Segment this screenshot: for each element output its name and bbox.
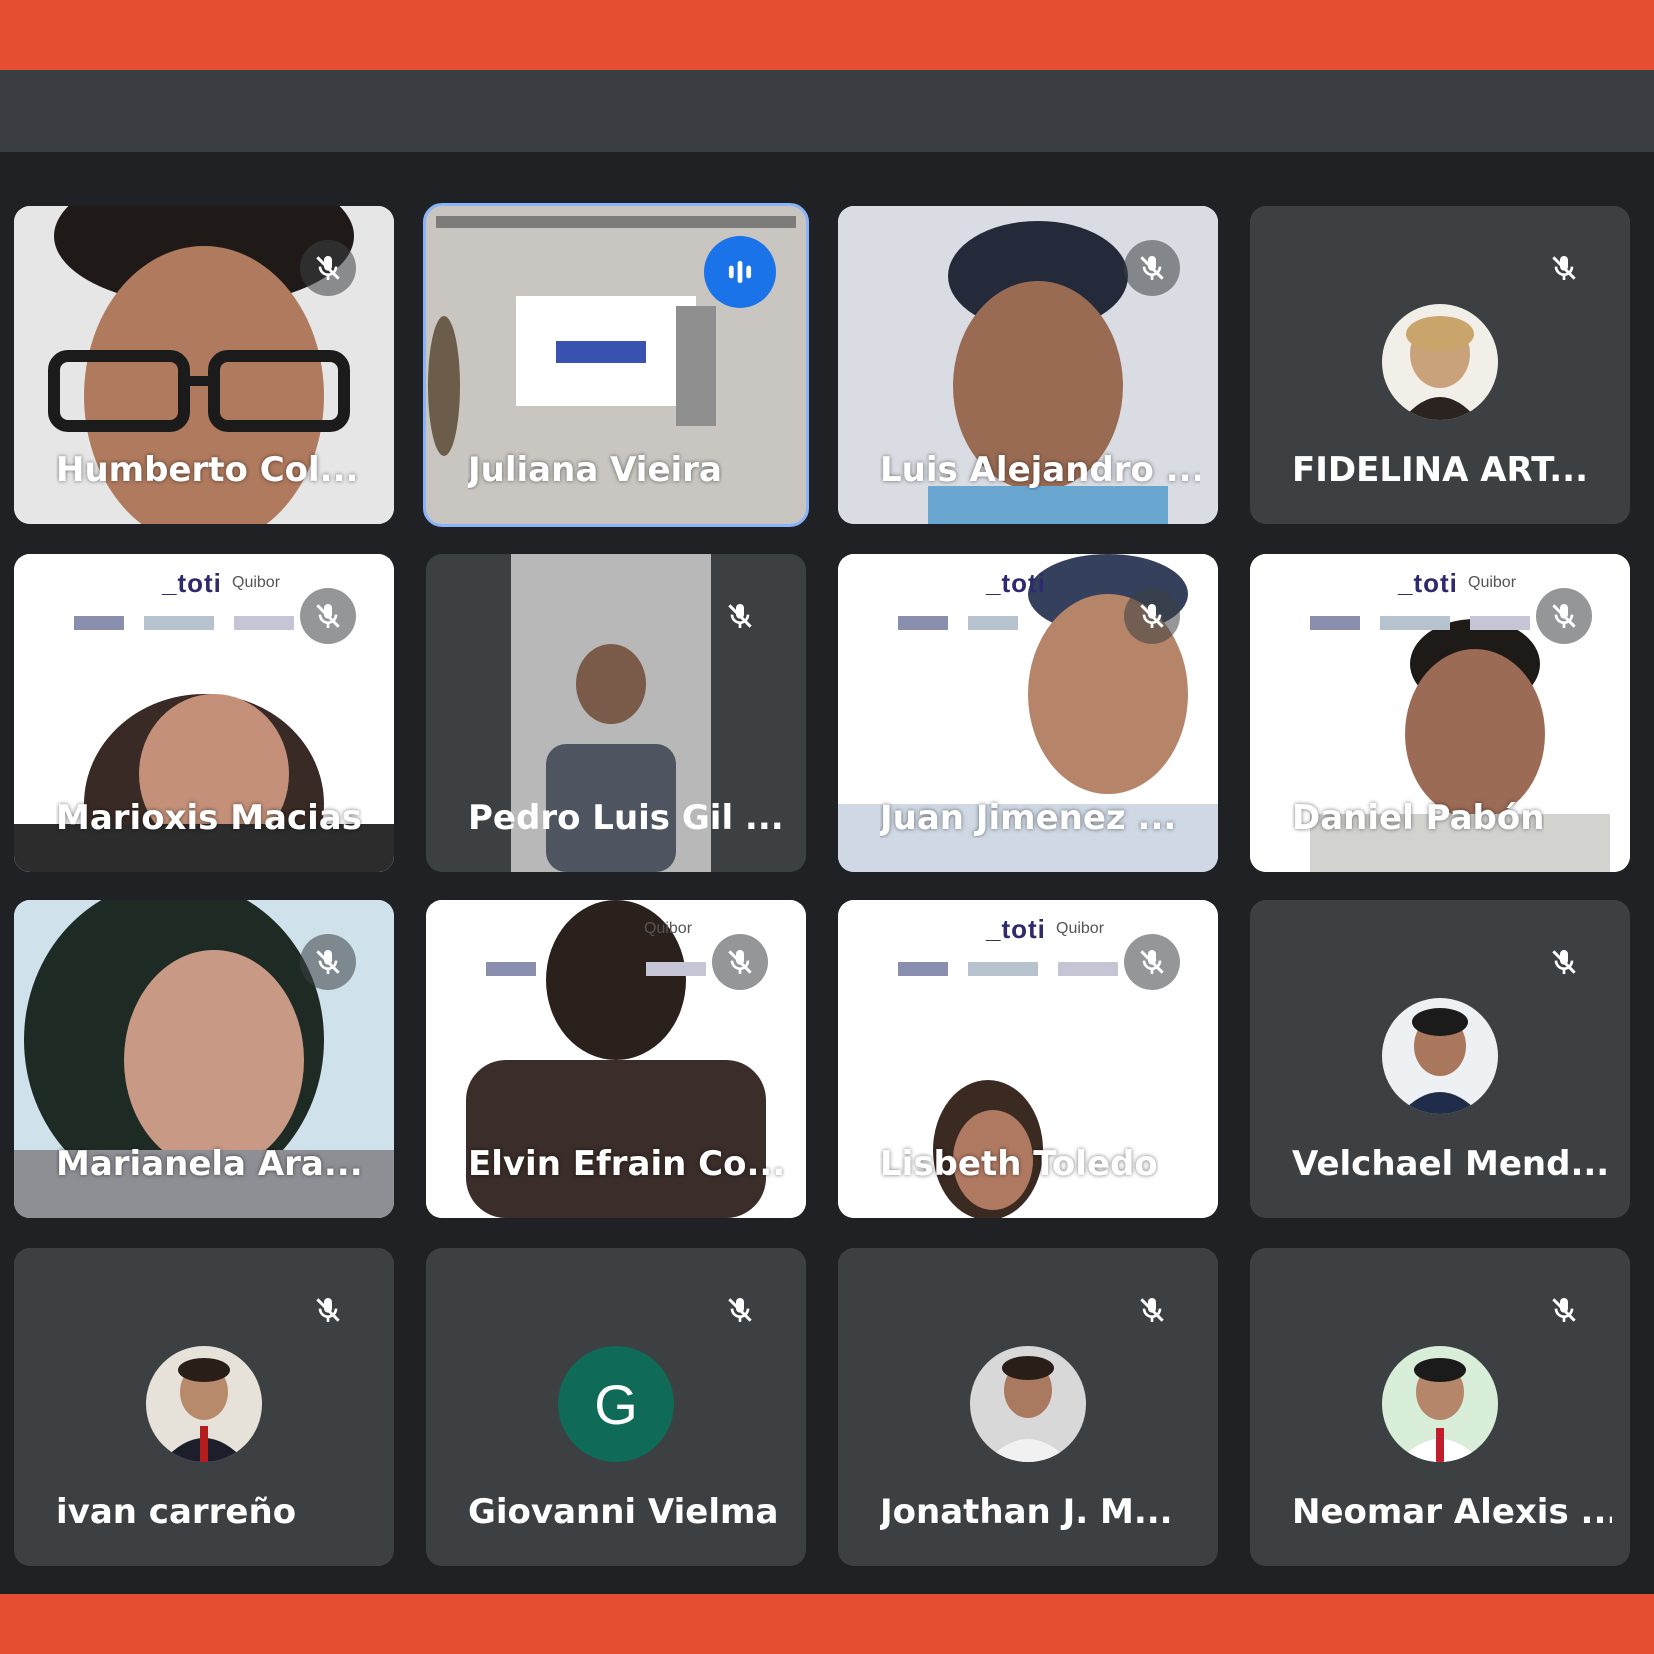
participant-name: Marianela Ara...	[56, 1144, 363, 1184]
profile-avatar	[970, 1346, 1086, 1462]
profile-avatar	[1382, 1346, 1498, 1462]
meeting-top-strip	[0, 70, 1654, 152]
participant-tile[interactable]: Neomar Alexis ...	[1250, 1248, 1630, 1566]
participant-name: Neomar Alexis ...	[1292, 1492, 1612, 1532]
sponsor-logo: _toti Quibor	[74, 568, 334, 648]
mic-muted-icon	[712, 934, 768, 990]
participant-tile[interactable]: FIDELINA ART...	[1250, 206, 1630, 524]
participant-name: Daniel Pabón	[1292, 798, 1545, 838]
mic-muted-icon	[300, 934, 356, 990]
sponsor-logo: _toti Quibor	[898, 914, 1158, 994]
mic-muted-icon	[1536, 1282, 1592, 1338]
participant-tile-active[interactable]: Juliana Vieira	[423, 203, 809, 527]
participant-tile[interactable]: _toti Quibor Daniel Pabón	[1250, 554, 1630, 872]
top-frame-bar	[0, 0, 1654, 70]
participant-tile[interactable]: G Giovanni Vielma	[426, 1248, 806, 1566]
participant-tile[interactable]: _toti Quibor Marioxis Macias	[14, 554, 394, 872]
mic-muted-icon	[300, 240, 356, 296]
sponsor-logo: Quibor	[486, 914, 746, 994]
participant-name: Marioxis Macias	[56, 798, 362, 838]
participant-tile[interactable]: _toti Juan Jimenez ...	[838, 554, 1218, 872]
profile-avatar	[146, 1346, 262, 1462]
participant-tile[interactable]: Jonathan J. M...	[838, 1248, 1218, 1566]
participant-name: Humberto Col...	[56, 450, 359, 490]
participant-name: Juan Jimenez ...	[880, 798, 1177, 838]
mic-muted-icon	[300, 588, 356, 644]
participant-name: Elvin Efrain Co...	[468, 1144, 786, 1184]
participant-name: ivan carreño	[56, 1492, 297, 1532]
participant-name: Juliana Vieira	[468, 450, 722, 490]
mic-muted-icon	[1124, 1282, 1180, 1338]
sponsor-logo: _toti	[898, 568, 1158, 648]
participant-tile[interactable]: Marianela Ara...	[14, 900, 394, 1218]
participant-tile[interactable]: _toti Quibor Lisbeth Toledo	[838, 900, 1218, 1218]
participant-tile[interactable]: ivan carreño	[14, 1248, 394, 1566]
profile-avatar	[1382, 304, 1498, 420]
participant-grid: Humberto Col... Juliana Vieira Luis Alej…	[0, 152, 1654, 1594]
sponsor-logo: _toti Quibor	[1310, 568, 1570, 648]
participant-tile[interactable]: Velchael Mend...	[1250, 900, 1630, 1218]
participant-name: Jonathan J. M...	[880, 1492, 1173, 1532]
participant-name: FIDELINA ART...	[1292, 450, 1588, 490]
letter-avatar: G	[558, 1346, 674, 1462]
mic-muted-icon	[1536, 588, 1592, 644]
bottom-frame-bar	[0, 1594, 1654, 1654]
mic-muted-icon	[1536, 240, 1592, 296]
participant-name: Lisbeth Toledo	[880, 1144, 1158, 1184]
mic-muted-icon	[712, 588, 768, 644]
participant-tile[interactable]: Humberto Col...	[14, 206, 394, 524]
profile-avatar	[1382, 998, 1498, 1114]
participant-tile[interactable]: Luis Alejandro ...	[838, 206, 1218, 524]
participant-name: Luis Alejandro ...	[880, 450, 1200, 490]
mic-muted-icon	[712, 1282, 768, 1338]
mic-muted-icon	[300, 1282, 356, 1338]
mic-muted-icon	[1536, 934, 1592, 990]
participant-tile[interactable]: Pedro Luis Gil ...	[426, 554, 806, 872]
mic-muted-icon	[1124, 240, 1180, 296]
mic-muted-icon	[1124, 588, 1180, 644]
speaking-indicator-icon	[704, 236, 776, 308]
participant-tile[interactable]: Quibor Elvin Efrain Co...	[426, 900, 806, 1218]
mic-muted-icon	[1124, 934, 1180, 990]
participant-name: Velchael Mend...	[1292, 1144, 1610, 1184]
participant-name: Giovanni Vielma	[468, 1492, 779, 1532]
participant-name: Pedro Luis Gil ...	[468, 798, 784, 838]
